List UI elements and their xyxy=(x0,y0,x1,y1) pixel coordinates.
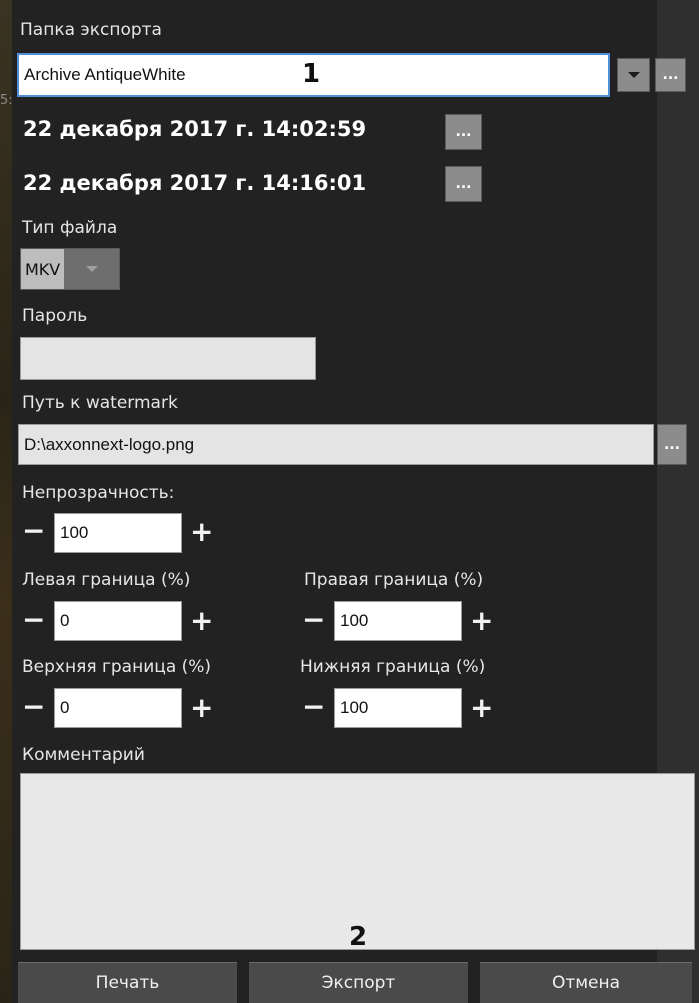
left-border-value: 0 xyxy=(60,611,70,630)
left-border-plus-button[interactable]: + xyxy=(190,607,213,635)
bottom-border-value: 100 xyxy=(340,698,369,717)
callout-1: 1 xyxy=(302,59,321,89)
comment-label: Комментарий xyxy=(22,745,145,765)
bottom-border-plus-button[interactable]: + xyxy=(470,694,493,722)
right-border-value: 100 xyxy=(340,611,369,630)
bottom-border-label: Нижняя граница (%) xyxy=(300,657,486,677)
export-button[interactable]: Экспорт xyxy=(249,962,468,1003)
watermark-browse-button[interactable]: ... xyxy=(657,424,687,465)
opacity-plus-button[interactable]: + xyxy=(190,518,213,546)
file-type-value: MKV xyxy=(21,249,65,289)
chevron-down-icon xyxy=(627,72,640,78)
start-time-text: 22 декабря 2017 г. 14:02:59 xyxy=(23,117,367,141)
top-border-plus-button[interactable]: + xyxy=(190,694,213,722)
export-folder-browse-button[interactable]: ... xyxy=(655,58,686,92)
callout-2: 2 xyxy=(349,922,368,952)
opacity-minus-button[interactable]: − xyxy=(22,517,45,545)
watermark-path-input[interactable]: D:\axxonnext-logo.png xyxy=(18,424,654,465)
left-border-input[interactable]: 0 xyxy=(54,601,182,641)
export-folder-label: Папка экспорта xyxy=(20,20,162,40)
start-time-picker-button[interactable]: ... xyxy=(445,114,482,150)
bottom-border-input[interactable]: 100 xyxy=(334,688,462,728)
file-type-select[interactable]: MKV xyxy=(20,248,120,290)
right-border-input[interactable]: 100 xyxy=(334,601,462,641)
top-border-value: 0 xyxy=(60,698,70,717)
opacity-value: 100 xyxy=(60,523,89,542)
top-border-label: Верхняя граница (%) xyxy=(22,657,212,677)
export-folder-dropdown-button[interactable] xyxy=(617,58,650,92)
cancel-button[interactable]: Отмена xyxy=(480,962,692,1003)
password-input[interactable] xyxy=(20,337,316,380)
end-time-text: 22 декабря 2017 г. 14:16:01 xyxy=(23,171,367,195)
watermark-path-label: Путь к watermark xyxy=(22,393,178,413)
right-border-label: Правая граница (%) xyxy=(304,570,484,590)
top-border-minus-button[interactable]: − xyxy=(22,693,45,721)
file-type-label: Тип файла xyxy=(22,218,118,238)
top-border-input[interactable]: 0 xyxy=(54,688,182,728)
chevron-down-icon xyxy=(85,266,98,272)
right-border-minus-button[interactable]: − xyxy=(302,606,325,634)
watermark-path-value: D:\axxonnext-logo.png xyxy=(24,434,195,454)
left-border-label: Левая граница (%) xyxy=(22,570,191,590)
left-border-minus-button[interactable]: − xyxy=(22,606,45,634)
export-folder-value: Archive AntiqueWhite xyxy=(24,65,186,84)
end-time-picker-button[interactable]: ... xyxy=(445,166,482,202)
opacity-input[interactable]: 100 xyxy=(54,513,182,553)
bottom-border-minus-button[interactable]: − xyxy=(302,693,325,721)
background-left-strip xyxy=(0,0,12,1003)
opacity-label: Непрозрачность: xyxy=(22,483,175,503)
right-border-plus-button[interactable]: + xyxy=(470,607,493,635)
print-button[interactable]: Печать xyxy=(18,962,237,1003)
password-label: Пароль xyxy=(22,306,88,326)
